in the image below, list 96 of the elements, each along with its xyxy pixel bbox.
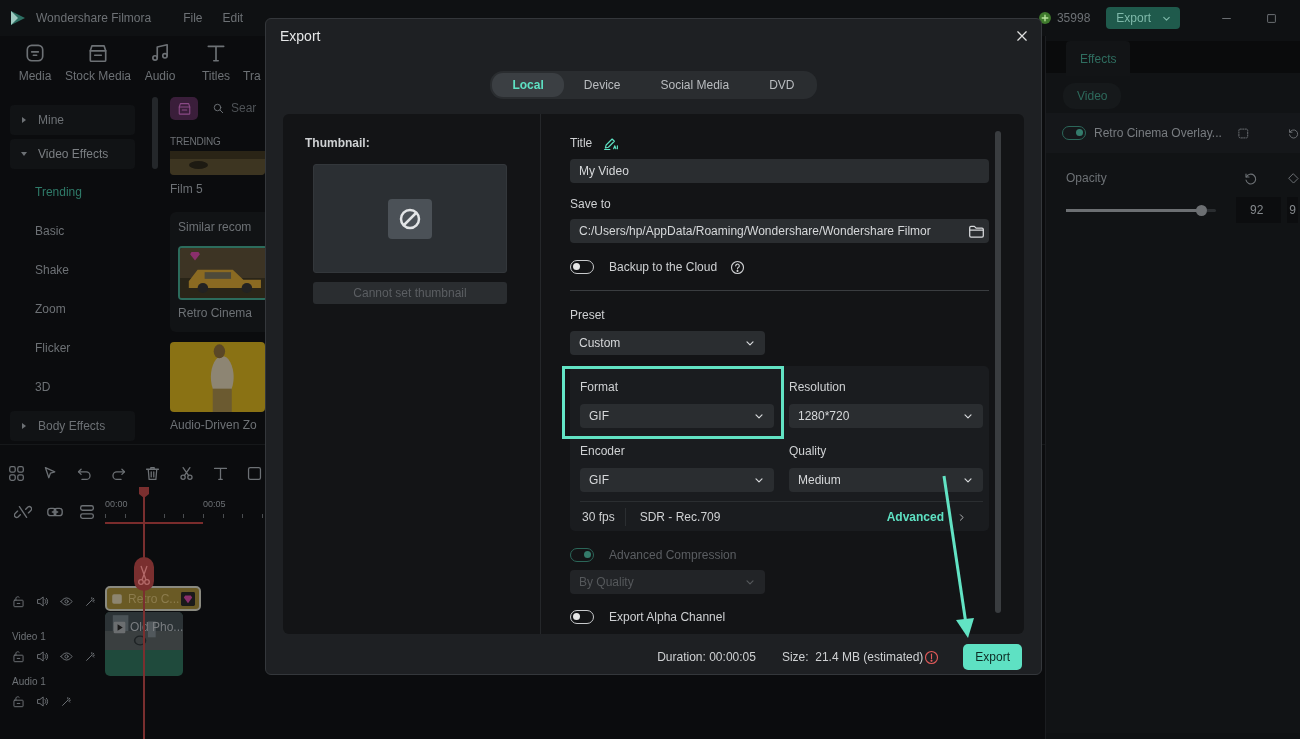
size-text: Size: 21.4 MB (estimated) <box>781 649 924 666</box>
option-label: Backup to the Cloud <box>609 259 718 276</box>
scissors-icon[interactable] <box>178 464 195 482</box>
dropdown[interactable]: GIF <box>580 404 774 428</box>
menu-item[interactable]: Edit <box>222 9 244 27</box>
unlink-icon[interactable] <box>14 503 32 521</box>
panel-tab[interactable]: Effects <box>1066 41 1131 76</box>
subcategory-item[interactable]: 3D <box>0 368 152 407</box>
value-field[interactable]: 9 <box>1287 197 1299 223</box>
tab[interactable]: Device <box>563 73 641 97</box>
toolbar-button[interactable]: Titles <box>189 42 243 90</box>
field-label: Encoder <box>580 443 626 460</box>
option-label: Export Alpha Channel <box>609 609 726 626</box>
toolbar-button[interactable]: Stock Media <box>65 42 131 90</box>
grid-icon[interactable] <box>8 464 25 482</box>
coin-count: 35998 <box>1056 10 1091 27</box>
frame-rate: 30 fps <box>582 508 626 526</box>
field-label: Resolution <box>789 379 847 396</box>
tab[interactable]: DVD <box>749 73 815 97</box>
option-label: Advanced Compression <box>609 547 737 564</box>
warning-icon <box>924 649 940 665</box>
time-label: 00:00 <box>105 498 128 511</box>
subcategory-item[interactable]: Shake <box>0 251 152 290</box>
item-title: Retro Cinema <box>178 305 254 322</box>
section-heading: TRENDING <box>170 135 222 149</box>
eye-icon[interactable] <box>60 595 73 608</box>
effect-name: Retro Cinema Overlay... <box>1094 125 1222 142</box>
path-field[interactable]: C:/Users/hp/AppData/Roaming/Wondershare/Wondershare Filmor <box>570 219 989 243</box>
subcategory-item[interactable]: Flicker <box>0 329 152 368</box>
tab[interactable]: Social Media <box>640 73 750 97</box>
stack-icon[interactable] <box>78 503 96 521</box>
advanced-link[interactable]: Advanced <box>886 508 944 526</box>
wand-icon[interactable] <box>60 695 73 708</box>
track-label: Audio 1 <box>12 675 47 689</box>
menu-item[interactable]: File <box>183 9 203 27</box>
duration-text: Duration: 00:00:05 <box>657 649 756 666</box>
frame-icon[interactable] <box>1236 125 1250 141</box>
store-button[interactable] <box>170 96 198 120</box>
speaker-icon[interactable] <box>36 595 49 608</box>
play-icon <box>113 620 126 634</box>
speaker-icon[interactable] <box>36 695 49 708</box>
media-icon <box>24 42 46 64</box>
dropdown[interactable]: Medium <box>789 468 983 492</box>
close-icon[interactable] <box>1015 29 1029 43</box>
field-label: Save to <box>570 196 612 213</box>
dialog-title: Export <box>280 26 321 46</box>
value-field[interactable]: 92 <box>1236 197 1282 223</box>
field-label: Format <box>580 379 619 396</box>
color-space: SDR - Rec.709 <box>639 509 721 526</box>
category-item[interactable]: Mine <box>10 105 135 135</box>
toolbar-button[interactable]: Audio <box>131 42 189 90</box>
toolbar-button[interactable]: Media <box>5 42 65 90</box>
maximize-icon[interactable] <box>1265 11 1278 25</box>
field-label: Thumbnail: <box>305 135 371 152</box>
field-label: Title <box>570 135 593 152</box>
store-icon <box>176 101 192 117</box>
speaker-icon[interactable] <box>36 650 49 663</box>
eye-icon[interactable] <box>60 650 73 663</box>
subcategory-item[interactable]: Basic <box>0 212 152 251</box>
card-title: Similar recom <box>178 219 253 236</box>
opacity-label: Opacity <box>1066 170 1107 187</box>
field-label: Quality <box>789 443 828 460</box>
tab[interactable]: Local <box>492 73 564 97</box>
preset-dropdown[interactable]: Custom <box>570 331 765 355</box>
field-label: Preset <box>570 307 606 324</box>
dropdown[interactable]: 1280*720 <box>789 404 983 428</box>
search-icon <box>212 101 225 115</box>
dropdown[interactable]: GIF <box>580 468 774 492</box>
export-button[interactable]: Export <box>963 644 1022 670</box>
item-title: Film 5 <box>170 181 204 198</box>
category-item[interactable]: Video Effects <box>10 139 135 169</box>
coin-icon <box>1037 11 1052 25</box>
no-image-icon <box>386 196 434 241</box>
app-title: Wondershare Filmora <box>36 10 152 27</box>
toolbar-button[interactable]: Tra <box>243 42 265 90</box>
search-field[interactable]: Sear <box>231 99 257 117</box>
keyframe-icon[interactable] <box>1286 171 1300 185</box>
time-label: 00:05 <box>203 498 226 511</box>
track-label: Video 1 <box>12 630 47 644</box>
subcategory-item[interactable]: Zoom <box>0 290 152 329</box>
trash-icon[interactable] <box>144 464 161 482</box>
gem-icon <box>181 591 195 606</box>
wand-icon[interactable] <box>84 650 97 663</box>
item-title: Audio-Driven Zo <box>170 417 258 434</box>
export-button[interactable]: Export <box>1106 7 1180 29</box>
square-icon[interactable] <box>246 464 263 482</box>
slider-thumb[interactable] <box>1196 204 1207 216</box>
title-field[interactable]: My Video <box>570 159 989 183</box>
category-item[interactable]: Body Effects <box>10 411 135 441</box>
wand-icon[interactable] <box>84 595 97 608</box>
scrollbar <box>152 97 158 169</box>
help-icon[interactable] <box>730 259 746 275</box>
store-icon <box>87 42 109 64</box>
filter-chip[interactable]: Video <box>1063 83 1122 109</box>
audio-icon <box>149 42 171 64</box>
subcategory-item[interactable]: Trending <box>0 173 152 212</box>
